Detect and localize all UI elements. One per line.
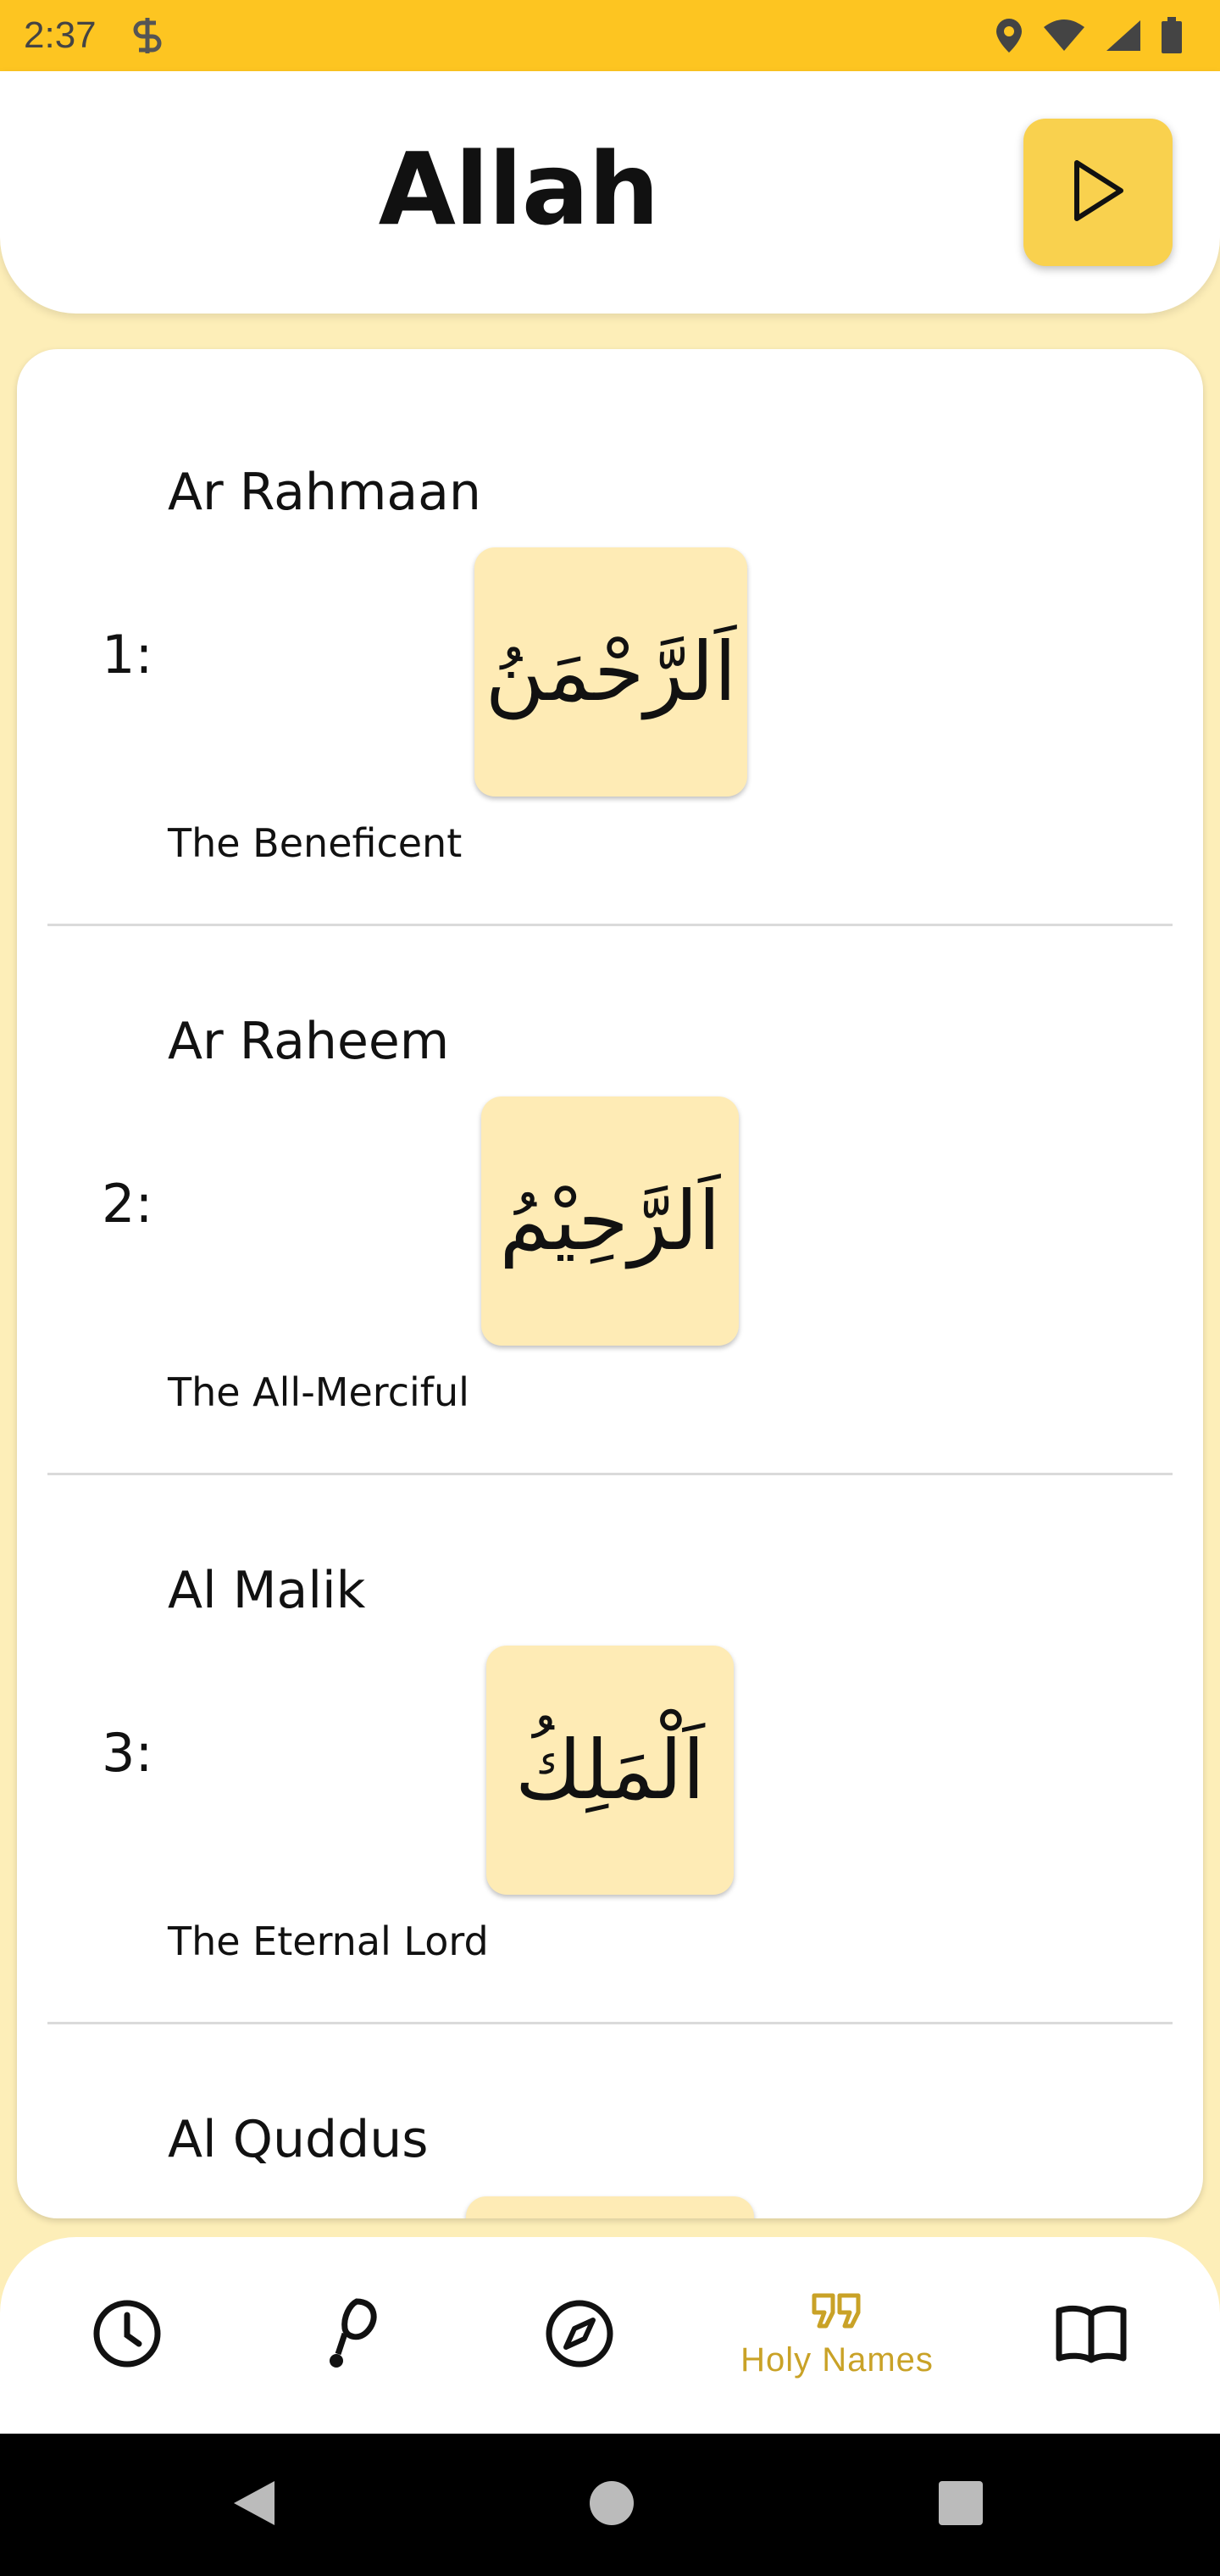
list-item[interactable]: Al Malik 3: اَلْمَلِكُ The Eternal Lord	[17, 1447, 1203, 1996]
item-number: 3:	[102, 1722, 153, 1784]
arabic-name-tile: اَلْمَلِكُ	[486, 1646, 734, 1895]
app-notification-icon	[130, 16, 164, 55]
wifi-icon	[1042, 19, 1086, 53]
compass-icon	[544, 2298, 615, 2373]
item-number: 2:	[102, 1173, 153, 1235]
battery-icon	[1161, 17, 1183, 54]
page-title: Allah	[378, 130, 660, 247]
item-number: 1:	[102, 624, 153, 686]
meaning: The All-Merciful	[168, 1369, 469, 1415]
nav-label: Holy Names	[740, 2340, 934, 2379]
signal-icon	[1105, 19, 1142, 53]
bottom-navigation: Holy Names	[0, 2237, 1220, 2434]
meaning: The Beneficent	[168, 820, 463, 866]
nav-tasbih[interactable]	[286, 2237, 422, 2434]
recents-icon[interactable]	[937, 2478, 984, 2532]
list-item[interactable]: Al Quddus	[17, 1996, 1203, 2218]
status-time: 2:37	[24, 14, 97, 56]
clock-icon	[92, 2298, 163, 2373]
list-item[interactable]: Ar Raheem 2: اَلرَّحِيْمُ The All-Mercif…	[17, 898, 1203, 1447]
location-icon	[995, 17, 1023, 54]
nav-holy-names[interactable]: Holy Names	[718, 2237, 956, 2434]
nav-qibla[interactable]	[512, 2237, 647, 2434]
list-item[interactable]: Ar Rahmaan 1: اَلرَّحْمَنُ The Beneficen…	[17, 349, 1203, 898]
arabic-name-tile	[466, 2196, 754, 2218]
header: Allah	[0, 71, 1220, 314]
back-icon[interactable]	[230, 2478, 278, 2532]
transliteration: Ar Raheem	[168, 1012, 450, 1071]
status-bar: 2:37	[0, 0, 1220, 71]
transliteration: Ar Rahmaan	[168, 463, 481, 522]
prayer-beads-icon	[324, 2295, 384, 2376]
arabic-name-tile: اَلرَّحْمَنُ	[474, 547, 747, 797]
names-list[interactable]: Ar Rahmaan 1: اَلرَّحْمَنُ The Beneficen…	[17, 349, 1203, 2218]
book-icon	[1056, 2304, 1127, 2367]
system-navigation-bar	[0, 2434, 1220, 2576]
meaning: The Eternal Lord	[168, 1918, 489, 1964]
transliteration: Al Quddus	[168, 2110, 429, 2169]
home-icon[interactable]	[588, 2478, 635, 2532]
nav-quran[interactable]	[1023, 2237, 1159, 2434]
transliteration: Al Malik	[168, 1561, 366, 1620]
nav-prayer-times[interactable]	[59, 2237, 195, 2434]
play-button[interactable]	[1023, 119, 1173, 266]
arabic-name-tile: اَلرَّحِيْمُ	[481, 1096, 739, 1346]
quote-icon	[811, 2292, 863, 2333]
play-icon	[1068, 158, 1128, 227]
